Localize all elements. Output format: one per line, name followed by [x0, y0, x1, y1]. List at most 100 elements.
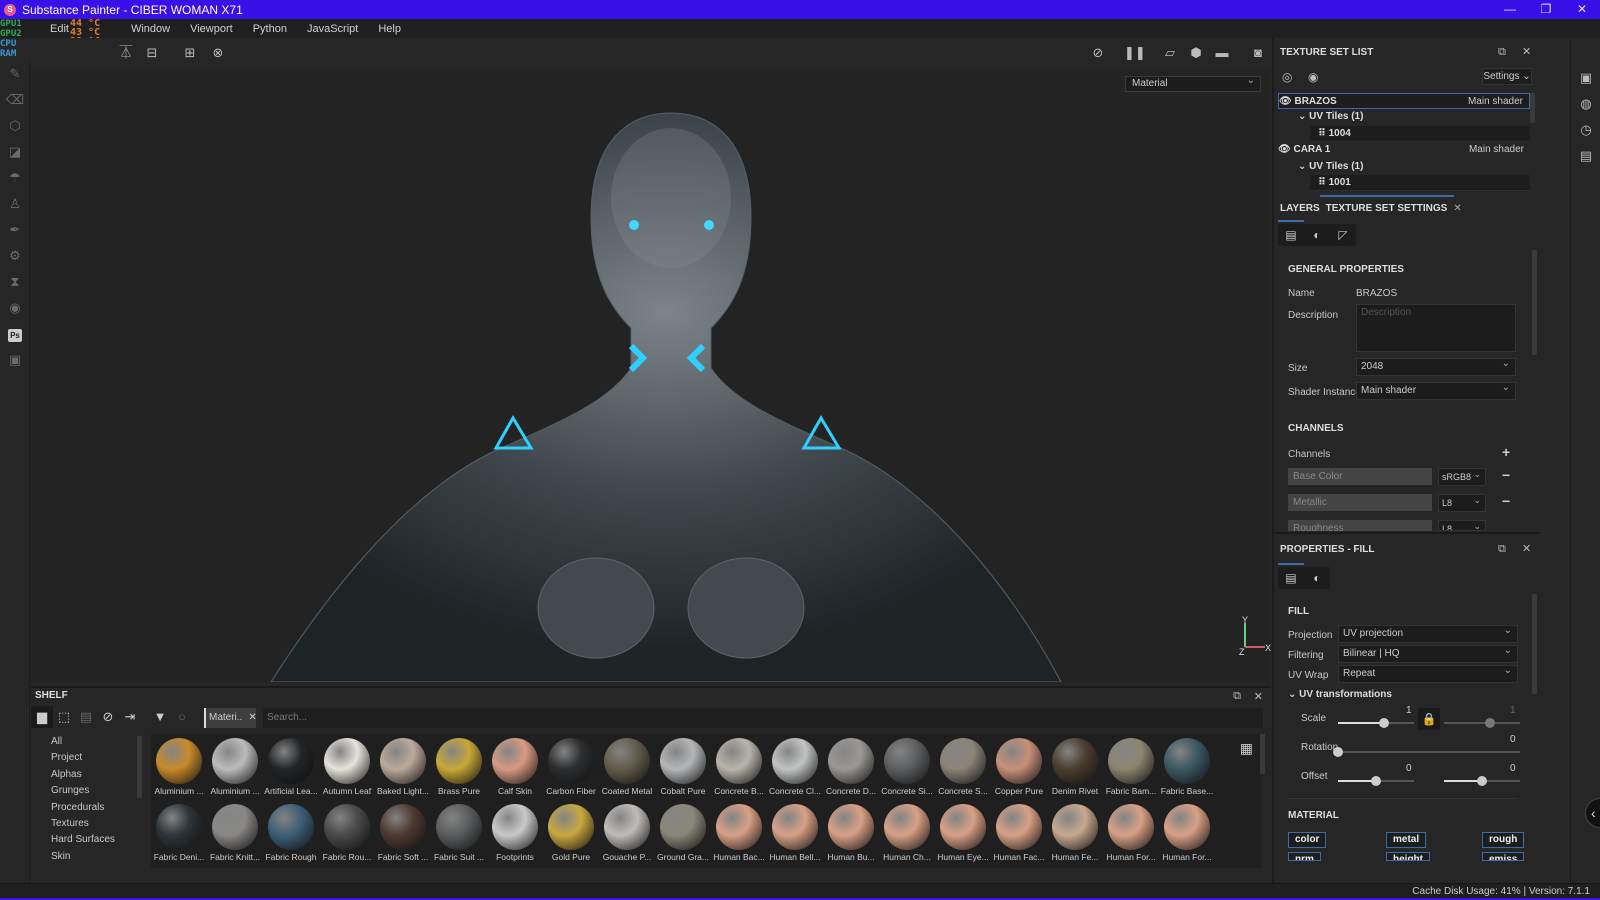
uv-icon[interactable]: ◸ — [1330, 224, 1356, 246]
material-thumbnail[interactable]: Artificial Lea... — [263, 734, 319, 798]
shelf-float-button[interactable]: ⧉ — [1233, 690, 1241, 703]
material-thumbnail[interactable]: Fabric Base... — [1159, 734, 1215, 798]
grid-view-icon[interactable]: ▦ — [1240, 740, 1253, 757]
filter-chip-close-icon[interactable]: ✕ — [248, 712, 256, 723]
material-thumbnail[interactable]: Brass Pure — [431, 734, 487, 798]
props-close-button[interactable]: ✕ — [1522, 542, 1531, 555]
material-metal-button[interactable]: metal — [1386, 832, 1427, 848]
offset-v-slider[interactable] — [1444, 776, 1520, 786]
material-thumbnail[interactable]: Human Fe... — [1047, 800, 1103, 864]
material-thumbnail[interactable]: Fabric Bam... — [1103, 734, 1159, 798]
category-all[interactable]: All — [31, 734, 139, 750]
uv-tile-row[interactable]: ⠿ 1001 — [1310, 174, 1530, 192]
channel-format-dropdown[interactable]: L8 — [1438, 520, 1486, 531]
tsl-close-button[interactable]: ✕ — [1522, 45, 1531, 58]
save-icon[interactable]: ▤ — [75, 706, 97, 728]
add-icon[interactable]: ⊞ — [180, 43, 200, 63]
material-thumbnail[interactable]: Denim Rivet — [1047, 734, 1103, 798]
material-thumbnail[interactable]: Carbon Fiber — [543, 734, 599, 798]
scale-u-slider[interactable] — [1338, 718, 1414, 728]
material-thumbnail[interactable]: Concrete S... — [935, 734, 991, 798]
material-thumbnail[interactable]: Concrete D... — [823, 734, 879, 798]
category-skin[interactable]: Skin — [31, 849, 139, 865]
remove-channel-button[interactable]: − — [1502, 467, 1510, 483]
offset-u-slider[interactable] — [1338, 776, 1414, 786]
material-thumbnail[interactable]: Human Ch... — [879, 800, 935, 864]
tab-layers[interactable]: LAYERS — [1280, 203, 1320, 214]
material-nrm-button[interactable]: nrm — [1288, 852, 1321, 861]
eraser-icon[interactable]: ⌫ — [0, 87, 30, 113]
symmetry-icon[interactable]: ⏄ — [116, 43, 136, 63]
category-project[interactable]: Project — [31, 750, 139, 766]
material-emiss-button[interactable]: emiss — [1482, 852, 1525, 861]
uv-transformations-toggle[interactable]: ⌄ UV transformations — [1288, 689, 1392, 700]
uv-tiles-row[interactable]: ⌄ UV Tiles (1) — [1278, 109, 1530, 125]
shader-sphere-icon[interactable]: ◐ — [1304, 224, 1330, 246]
object-view-icon[interactable]: ⬢ — [1186, 43, 1206, 63]
close-button[interactable]: ✕ — [1564, 0, 1600, 19]
clone-stamp-icon[interactable]: ♙ — [0, 191, 30, 217]
offset-v-value[interactable]: 0 — [1510, 763, 1516, 774]
material-thumbnail[interactable]: Copper Pure — [991, 734, 1047, 798]
uv-wrap-dropdown[interactable]: Repeat — [1338, 663, 1518, 683]
tab-texture-set-settings[interactable]: TEXTURE SET SETTINGS — [1326, 203, 1448, 214]
description-input[interactable]: Description — [1356, 304, 1516, 352]
camera-perspective-icon[interactable]: ▱ — [1160, 43, 1180, 63]
tss-scrollbar[interactable] — [1532, 250, 1537, 355]
uv-tiles-row[interactable]: ⌄ UV Tiles (1) — [1278, 159, 1530, 175]
material-thumbnail[interactable]: Human For... — [1159, 800, 1215, 864]
projection-dropdown[interactable]: UV projection — [1338, 623, 1518, 643]
folder-icon[interactable]: ▆ — [31, 706, 53, 728]
category-grunges[interactable]: Grunges — [31, 783, 139, 799]
category-procedurals[interactable]: Procedurals — [31, 800, 139, 816]
polygon-fill-icon[interactable]: ◪ — [0, 139, 30, 165]
rotation-value[interactable]: 0 — [1510, 734, 1516, 745]
menu-window[interactable]: Window — [131, 23, 170, 35]
category-hard-surfaces[interactable]: Hard Surfaces — [31, 832, 139, 848]
material-thumbnail[interactable]: Human For... — [1103, 800, 1159, 864]
scale-v-slider[interactable] — [1444, 718, 1520, 728]
categories-scrollbar[interactable] — [137, 736, 142, 798]
chevron-down-icon[interactable]: ⌄ — [1298, 111, 1306, 122]
shelf-search-input[interactable]: Search... — [263, 708, 1263, 728]
scale-v-value[interactable]: 1 — [1510, 705, 1516, 716]
offset-u-value[interactable]: 0 — [1406, 763, 1412, 774]
tab-close-icon[interactable]: ✕ — [1453, 203, 1461, 214]
fill-material-icon[interactable]: ◐ — [1304, 567, 1330, 589]
import-icon[interactable]: ⇥ — [119, 706, 141, 728]
material-thumbnail[interactable]: Human Bac... — [711, 800, 767, 864]
pause-icon[interactable]: ❚❚ — [1124, 43, 1146, 63]
material-thumbnail[interactable]: Footprints — [487, 800, 543, 864]
chevron-down-icon[interactable]: ⌄ — [1298, 161, 1306, 172]
material-thumbnail[interactable]: Human Bu... — [823, 800, 879, 864]
grid-scrollbar[interactable] — [1260, 734, 1265, 774]
menu-edit[interactable]: Edit — [50, 23, 69, 35]
export-icon[interactable]: ▣ — [0, 347, 30, 373]
props-float-button[interactable]: ⧉ — [1498, 543, 1506, 556]
material-thumbnail[interactable]: Fabric Deni... — [151, 800, 207, 864]
material-thumbnail[interactable]: Ground Gra... — [655, 800, 711, 864]
screenshot-icon[interactable]: ◙ — [1248, 43, 1268, 63]
history-icon[interactable]: ◷ — [1571, 117, 1600, 143]
settings-panel-icon[interactable]: ▤ — [1278, 224, 1304, 246]
category-textures[interactable]: Textures — [31, 816, 139, 832]
props-scrollbar[interactable] — [1532, 594, 1537, 694]
solo-icon[interactable]: ◉ — [1308, 70, 1318, 84]
texture-set-row[interactable]: 👁 BRAZOS Main shader — [1278, 93, 1530, 110]
scale-u-value[interactable]: 1 — [1406, 705, 1412, 716]
material-thumbnail[interactable]: Fabric Rough — [263, 800, 319, 864]
new-shelf-icon[interactable]: ⬚ — [53, 706, 75, 728]
smudge-icon[interactable]: ☂ — [0, 165, 30, 191]
category-alphas[interactable]: Alphas — [31, 767, 139, 783]
material-color-button[interactable]: color — [1288, 832, 1327, 848]
material-thumbnail[interactable]: Human Eye... — [935, 800, 991, 864]
material-thumbnail[interactable]: Concrete Si... — [879, 734, 935, 798]
material-thumbnail[interactable]: Baked Light... — [375, 734, 431, 798]
eye-icon[interactable]: 👁 — [1278, 144, 1291, 155]
material-thumbnail[interactable]: Concrete Cl... — [767, 734, 823, 798]
eye-icon[interactable]: 👁 — [1279, 96, 1292, 107]
color-picker-icon[interactable]: ✒ — [0, 217, 30, 243]
photoshop-icon[interactable]: Ps — [0, 321, 30, 347]
fill-settings-icon[interactable]: ▤ — [1278, 567, 1304, 589]
bake-icon[interactable]: ⊟ — [142, 43, 162, 63]
